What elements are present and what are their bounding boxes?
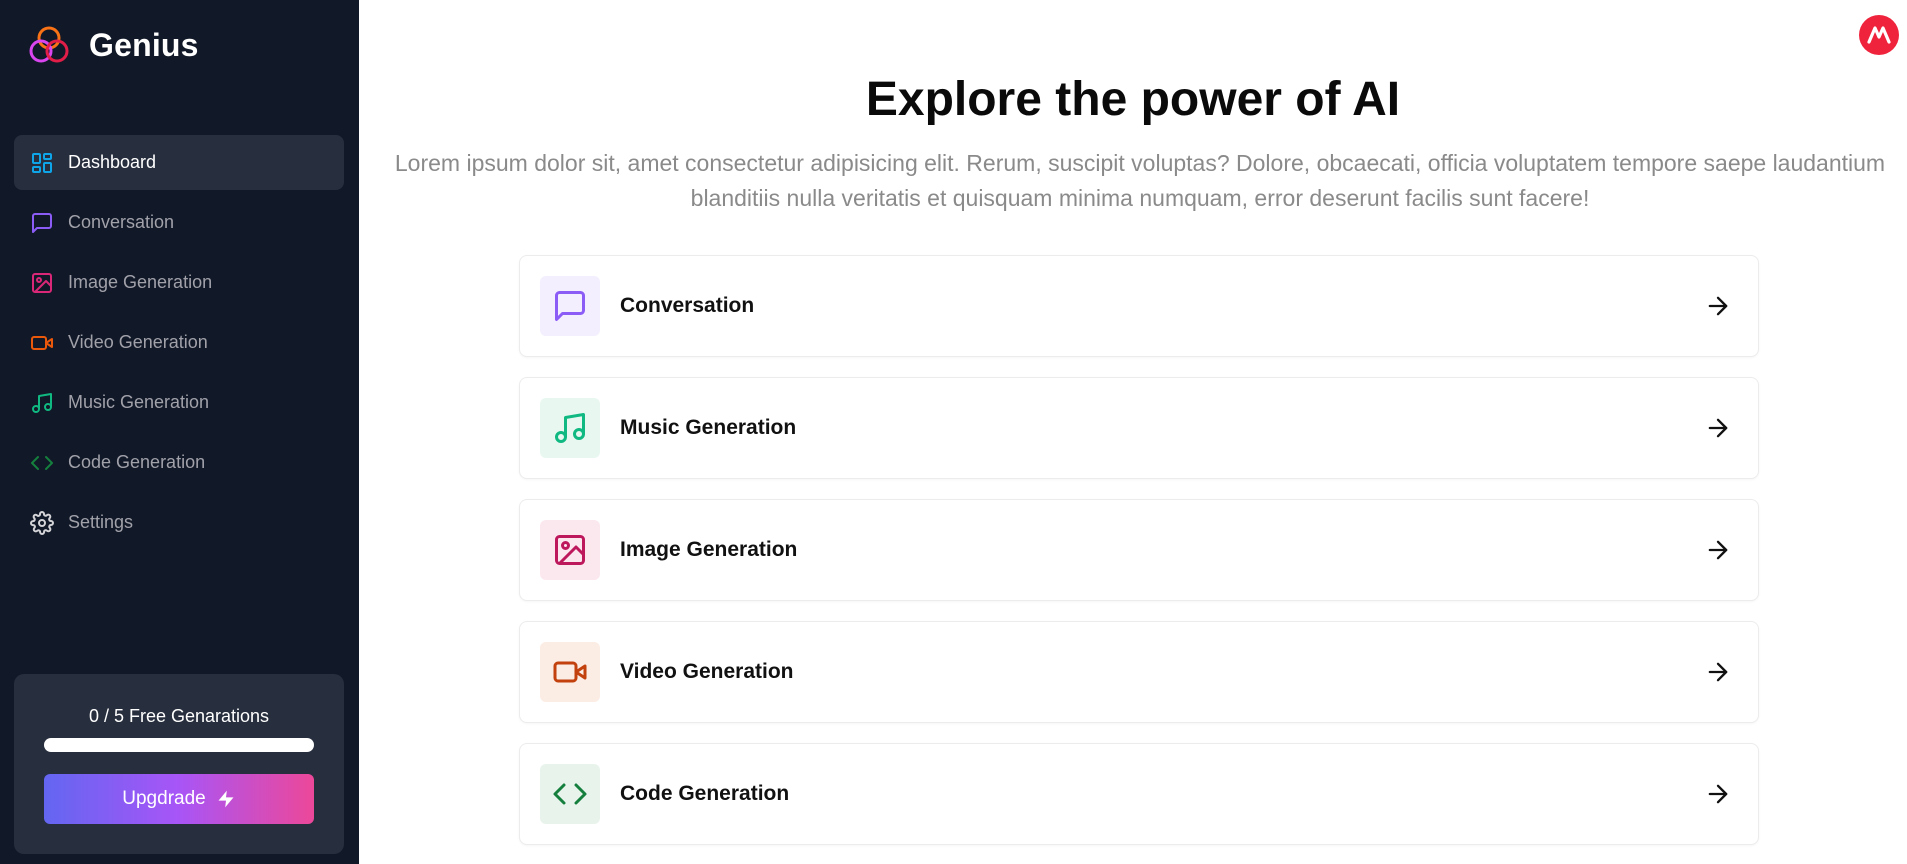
arrow-right-icon bbox=[1708, 662, 1728, 682]
arrow-right-icon bbox=[1708, 418, 1728, 438]
sidebar-item-music-generation[interactable]: Music Generation bbox=[14, 375, 344, 430]
message-square-icon bbox=[30, 211, 54, 235]
settings-icon bbox=[30, 510, 54, 535]
tools-list: Conversation Music Generation Image Gene… bbox=[519, 255, 1759, 864]
sidebar-item-image-generation[interactable]: Image Generation bbox=[14, 255, 344, 310]
image-icon bbox=[540, 520, 600, 580]
user-avatar-logo-icon bbox=[1867, 26, 1891, 44]
sidebar-item-label: Code Generation bbox=[68, 452, 206, 472]
music-icon bbox=[30, 391, 54, 415]
tool-card-video-generation[interactable]: Video Generation bbox=[519, 621, 1759, 723]
sidebar-item-label: Dashboard bbox=[68, 152, 157, 172]
genius-logo-icon bbox=[29, 26, 69, 63]
tool-card-code-generation[interactable]: Code Generation bbox=[519, 743, 1759, 845]
video-icon bbox=[30, 331, 54, 355]
sidebar-item-label: Music Generation bbox=[68, 392, 210, 412]
arrow-right-icon bbox=[1708, 296, 1728, 316]
code-icon bbox=[540, 764, 600, 824]
tool-label: Image Generation bbox=[620, 538, 798, 561]
sidebar-item-video-generation[interactable]: Video Generation bbox=[14, 315, 344, 370]
dashboard-icon bbox=[30, 151, 54, 175]
brand-name: Genius bbox=[89, 26, 199, 63]
tool-card-image-generation[interactable]: Image Generation bbox=[519, 499, 1759, 601]
brand[interactable]: Genius bbox=[28, 24, 199, 66]
sidebar-item-conversation[interactable]: Conversation bbox=[14, 195, 344, 250]
sidebar-item-label: Video Generation bbox=[68, 332, 208, 352]
upgrade-button-label: Upgdrade bbox=[122, 788, 206, 809]
page-title: Explore the power of AI bbox=[865, 73, 1401, 126]
arrow-right-icon bbox=[1708, 784, 1728, 804]
arrow-right-icon bbox=[1708, 540, 1728, 560]
music-icon bbox=[540, 398, 600, 458]
sidebar-item-label: Settings bbox=[68, 512, 134, 532]
upgrade-button[interactable]: Upgdrade bbox=[44, 774, 314, 824]
tool-label: Conversation bbox=[620, 294, 755, 317]
tool-label: Code Generation bbox=[620, 782, 790, 805]
tool-card-conversation[interactable]: Conversation bbox=[519, 255, 1759, 357]
free-generations-count: 0 / 5 Free Genarations bbox=[88, 706, 270, 726]
tool-card-music-generation[interactable]: Music Generation bbox=[519, 377, 1759, 479]
page-description: Lorem ipsum dolor sit, amet consectetur … bbox=[394, 150, 1886, 211]
code-icon bbox=[30, 451, 54, 475]
user-avatar[interactable] bbox=[1859, 15, 1899, 55]
sidebar-item-label: Conversation bbox=[68, 212, 175, 232]
free-credits-panel: 0 / 5 Free Genarations Upgdrade bbox=[14, 674, 344, 854]
sidebar-item-dashboard[interactable]: Dashboard bbox=[14, 135, 344, 190]
generations-progress-bar bbox=[44, 738, 314, 752]
sidebar-item-code-generation[interactable]: Code Generation bbox=[14, 435, 344, 490]
sidebar-item-label: Image Generation bbox=[68, 272, 213, 292]
zap-icon bbox=[218, 790, 234, 808]
sidebar-item-settings[interactable]: Settings bbox=[14, 495, 344, 550]
video-icon bbox=[540, 642, 600, 702]
message-square-icon bbox=[540, 276, 600, 336]
sidebar-nav: Dashboard Conversation Image Generation bbox=[14, 135, 344, 555]
tool-label: Video Generation bbox=[620, 660, 794, 683]
image-icon bbox=[30, 271, 54, 295]
sidebar: Genius Dashboard Conversation Image Gene… bbox=[0, 0, 359, 864]
tool-label: Music Generation bbox=[620, 416, 797, 439]
